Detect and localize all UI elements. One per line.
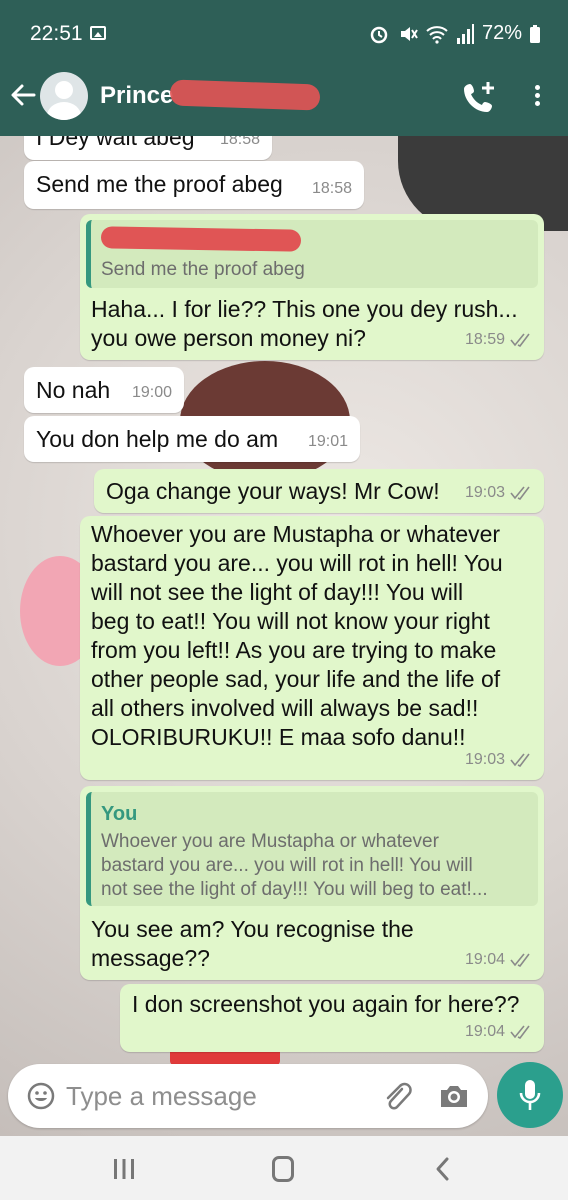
message-time: 19:04 [465, 1017, 532, 1046]
message-composer [8, 1064, 488, 1128]
message-line: all others involved will always be sad!! [91, 695, 479, 721]
contact-name[interactable]: Prince [100, 82, 173, 110]
camera-icon[interactable] [438, 1080, 470, 1112]
message-text: message?? [91, 945, 210, 971]
signal-icon [456, 23, 474, 44]
quoted-text: Send me the proof abeg [101, 259, 305, 280]
emoji-icon[interactable] [26, 1081, 56, 1111]
message-incoming[interactable]: I Dey wait abeg 18:58 [24, 136, 272, 160]
quoted-line: not see the light of day!!! You will beg… [101, 879, 488, 900]
message-time: 19:00 [131, 384, 172, 401]
home-icon[interactable] [272, 1156, 294, 1182]
redaction-mark [100, 226, 302, 252]
message-text: No nah [36, 377, 111, 403]
back-arrow-icon[interactable] [8, 80, 38, 110]
message-time: 19:03 [465, 478, 532, 507]
chat-area[interactable]: I Dey wait abeg 18:58 Send me the proof … [0, 136, 568, 1136]
message-time: 19:03 [465, 745, 532, 774]
double-check-icon [510, 332, 530, 347]
message-text: Oga change your ways! Mr Cow! [106, 478, 440, 504]
wifi-icon [426, 25, 448, 44]
message-input[interactable] [66, 1076, 366, 1116]
message-incoming[interactable]: Send me the proof abeg 18:58 [24, 161, 364, 209]
quoted-text-block: Whoever you are Mustapha or whatever bas… [101, 830, 488, 902]
message-time: 18:58 [219, 136, 260, 148]
double-check-icon [510, 1024, 530, 1039]
message-line: bastard you are... you will rot in hell!… [91, 550, 503, 576]
message-time: 18:58 [311, 180, 352, 197]
gallery-notification-icon [90, 26, 106, 40]
double-check-icon [510, 952, 530, 967]
message-text: I don screenshot you again for here?? [132, 991, 520, 1017]
nav-back-icon[interactable] [432, 1156, 454, 1182]
message-line: will not see the light of day!!! You wil… [91, 579, 464, 605]
avatar[interactable] [40, 72, 88, 120]
message-time: 19:04 [465, 945, 532, 974]
double-check-icon [510, 752, 530, 767]
status-time: 22:51 [30, 22, 83, 45]
message-time: 19:01 [307, 433, 348, 450]
message-outgoing[interactable]: I don screenshot you again for here?? 19… [120, 984, 544, 1052]
quoted-line: Whoever you are Mustapha or whatever [101, 831, 439, 852]
message-text: I Dey wait abeg [36, 136, 195, 150]
message-outgoing[interactable]: Whoever you are Mustapha or whatever bas… [80, 516, 544, 780]
paperclip-icon[interactable] [380, 1080, 412, 1112]
battery-level: 72% [481, 22, 522, 44]
add-call-icon[interactable] [462, 80, 496, 114]
message-line: beg to eat!! You will not know your righ… [91, 608, 490, 634]
redaction-mark [169, 79, 321, 111]
chat-header: Prince [0, 58, 568, 136]
status-bar: 22:51 72% [0, 0, 568, 64]
mic-button[interactable] [497, 1062, 563, 1128]
message-text-block: Whoever you are Mustapha or whatever bas… [91, 520, 503, 752]
message-outgoing[interactable]: Oga change your ways! Mr Cow! 19:03 [94, 469, 544, 513]
message-text: you owe person money ni? [91, 325, 366, 351]
quoted-line: bastard you are... you will rot in hell!… [101, 855, 473, 876]
status-icons: 72% [368, 22, 540, 45]
mute-icon [400, 26, 418, 41]
battery-icon [530, 24, 540, 43]
message-line: other people sad, your life and the life… [91, 666, 501, 692]
message-text: Send me the proof abeg [36, 171, 283, 197]
quoted-author: You [101, 803, 138, 825]
message-incoming[interactable]: You don help me do am 19:01 [24, 416, 360, 462]
message-text: Haha... I for lie?? This one you dey rus… [91, 296, 518, 322]
message-incoming[interactable]: No nah 19:00 [24, 367, 184, 413]
message-line: OLORIBURUKU!! E maa sofo danu!! [91, 724, 466, 750]
message-outgoing-reply[interactable]: You Whoever you are Mustapha or whatever… [80, 786, 544, 980]
message-outgoing-reply[interactable]: Send me the proof abeg Haha... I for lie… [80, 214, 544, 360]
mic-icon [519, 1080, 541, 1110]
system-navigation-bar [0, 1136, 568, 1200]
message-text: You see am? You recognise the [91, 916, 414, 942]
message-time: 18:59 [465, 325, 532, 354]
message-line: from you left!! As you are trying to mak… [91, 637, 497, 663]
message-line: Whoever you are Mustapha or whatever [91, 521, 501, 547]
quoted-message[interactable]: You Whoever you are Mustapha or whatever… [86, 792, 538, 906]
alarm-icon [370, 26, 388, 43]
double-check-icon [510, 485, 530, 500]
quoted-message[interactable]: Send me the proof abeg [86, 220, 538, 288]
recent-apps-icon[interactable] [112, 1158, 136, 1180]
more-vert-icon[interactable] [530, 82, 544, 112]
message-text: You don help me do am [36, 426, 279, 452]
